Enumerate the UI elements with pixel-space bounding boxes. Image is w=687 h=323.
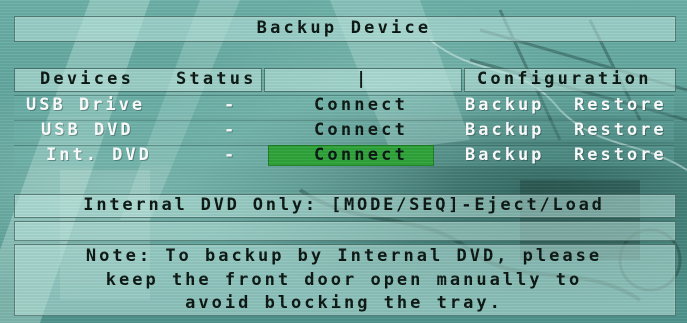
page-title: Backup Device bbox=[256, 18, 432, 38]
device-status: - bbox=[224, 145, 238, 165]
restore-button[interactable]: Restore bbox=[574, 145, 667, 165]
column-header-configuration: Configuration bbox=[477, 69, 652, 89]
restore-button[interactable]: Restore bbox=[574, 120, 667, 140]
column-header-devices: Devices bbox=[40, 69, 135, 89]
note-line: avoid blocking the tray. bbox=[185, 293, 503, 313]
note-line: keep the front door open manually to bbox=[105, 270, 583, 290]
backup-button[interactable]: Backup bbox=[465, 120, 544, 140]
connect-button[interactable]: Connect bbox=[314, 95, 408, 115]
device-status: - bbox=[224, 120, 238, 140]
device-name: USB Drive bbox=[26, 95, 146, 115]
device-status: - bbox=[224, 95, 238, 115]
column-header-separator: | bbox=[356, 69, 370, 89]
restore-button[interactable]: Restore bbox=[574, 95, 667, 115]
backup-button[interactable]: Backup bbox=[465, 145, 544, 165]
osd-screen: Backup Device Devices Status | Configura… bbox=[0, 0, 687, 323]
connect-button[interactable]: Connect bbox=[314, 120, 408, 140]
empty-bar bbox=[14, 221, 676, 241]
connect-button[interactable]: Connect bbox=[314, 145, 408, 165]
internal-dvd-hint: Internal DVD Only: [MODE/SEQ]-Eject/Load bbox=[83, 195, 605, 215]
note-line: Note: To backup by Internal DVD, please bbox=[85, 246, 603, 266]
device-name: Int. DVD bbox=[46, 145, 152, 165]
column-header-status: Status bbox=[176, 69, 257, 89]
device-name: USB DVD bbox=[41, 120, 134, 140]
backup-button[interactable]: Backup bbox=[465, 95, 544, 115]
